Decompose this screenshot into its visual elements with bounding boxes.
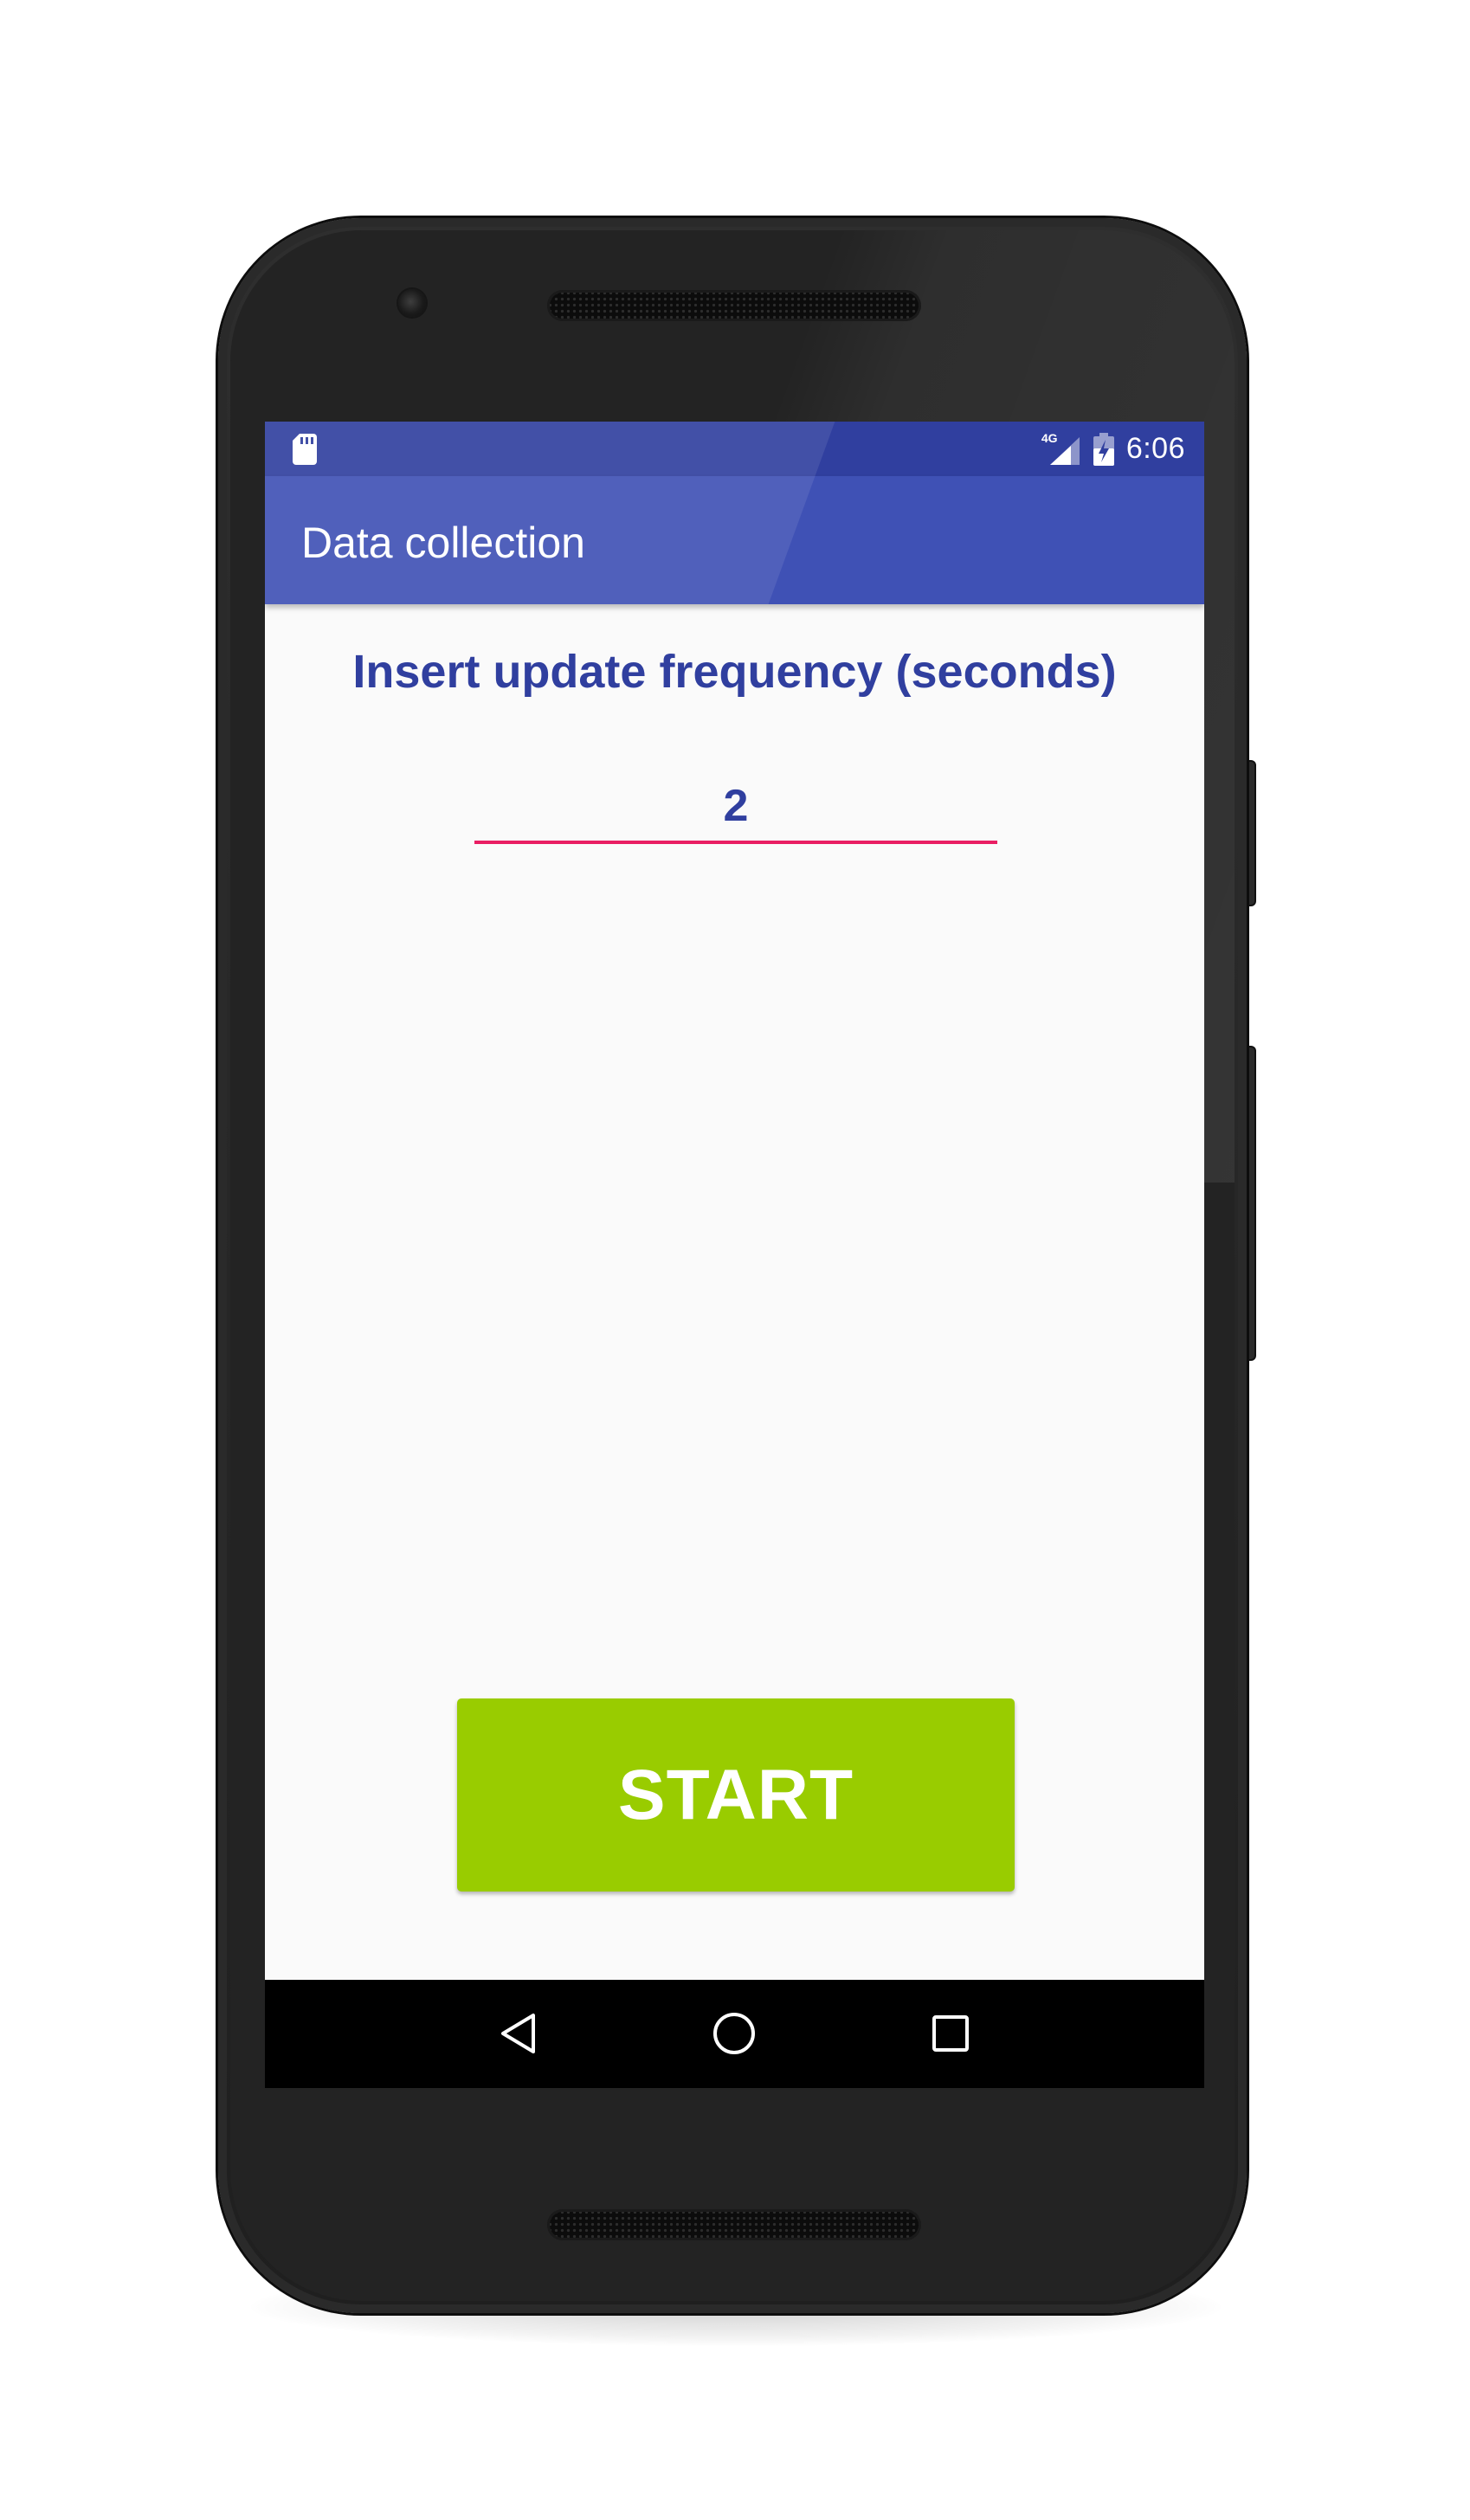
status-time: 6:06 (1125, 432, 1185, 465)
recents-button[interactable] (916, 1999, 985, 2068)
status-bar: 4G 6:06 (265, 422, 1204, 476)
app-title: Data collection (301, 519, 585, 567)
back-icon (501, 2014, 535, 2053)
navigation-bar (265, 1980, 1204, 2088)
home-icon (713, 2013, 755, 2054)
front-camera (398, 289, 426, 317)
bottom-speaker (547, 2209, 921, 2240)
phone-screen: 4G 6:06 Data collection Insert update fr… (265, 422, 1204, 2088)
app-bar: Data collection (265, 476, 1204, 604)
home-button[interactable] (700, 1999, 769, 2068)
earpiece-speaker (547, 290, 921, 321)
frequency-prompt-label: Insert update frequency (seconds) (352, 646, 1117, 698)
recents-icon (932, 2015, 969, 2052)
frequency-input[interactable] (474, 771, 997, 844)
battery-charging-icon (1093, 432, 1114, 466)
sd-card-icon (293, 434, 317, 465)
signal-icon: 4G (1041, 432, 1081, 467)
back-button[interactable] (484, 1999, 553, 2068)
device-mockup: 4G 6:06 Data collection Insert update fr… (0, 0, 1470, 2520)
start-button[interactable]: START (457, 1698, 1015, 1892)
